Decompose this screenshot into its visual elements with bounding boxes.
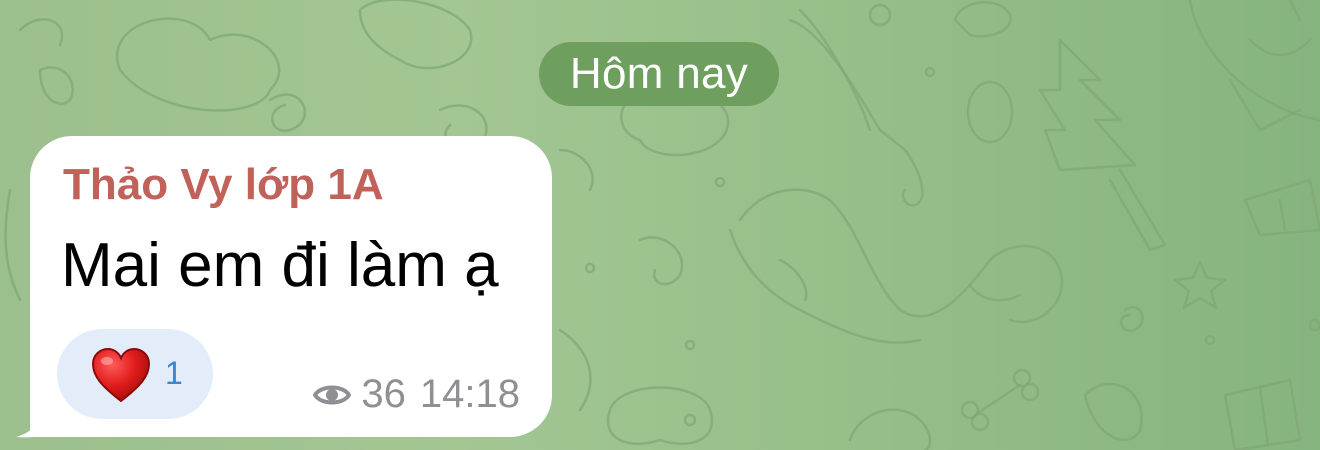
reaction-chip[interactable]: 1: [57, 329, 213, 419]
date-separator: Hôm nay: [539, 42, 779, 106]
message-meta: 36 14:18: [313, 372, 520, 417]
message-time: 14:18: [419, 372, 520, 416]
heart-icon: [91, 347, 151, 403]
reaction-count: 1: [165, 355, 183, 391]
sender-name[interactable]: Thảo Vy lớp 1A: [63, 160, 384, 210]
eye-icon: [313, 385, 352, 404]
view-count: 36: [361, 372, 406, 416]
message-bubble[interactable]: Thảo Vy lớp 1A Mai em đi làm ạ 1 36 14:1…: [30, 136, 552, 437]
message-text: Mai em đi làm ạ: [61, 231, 499, 300]
